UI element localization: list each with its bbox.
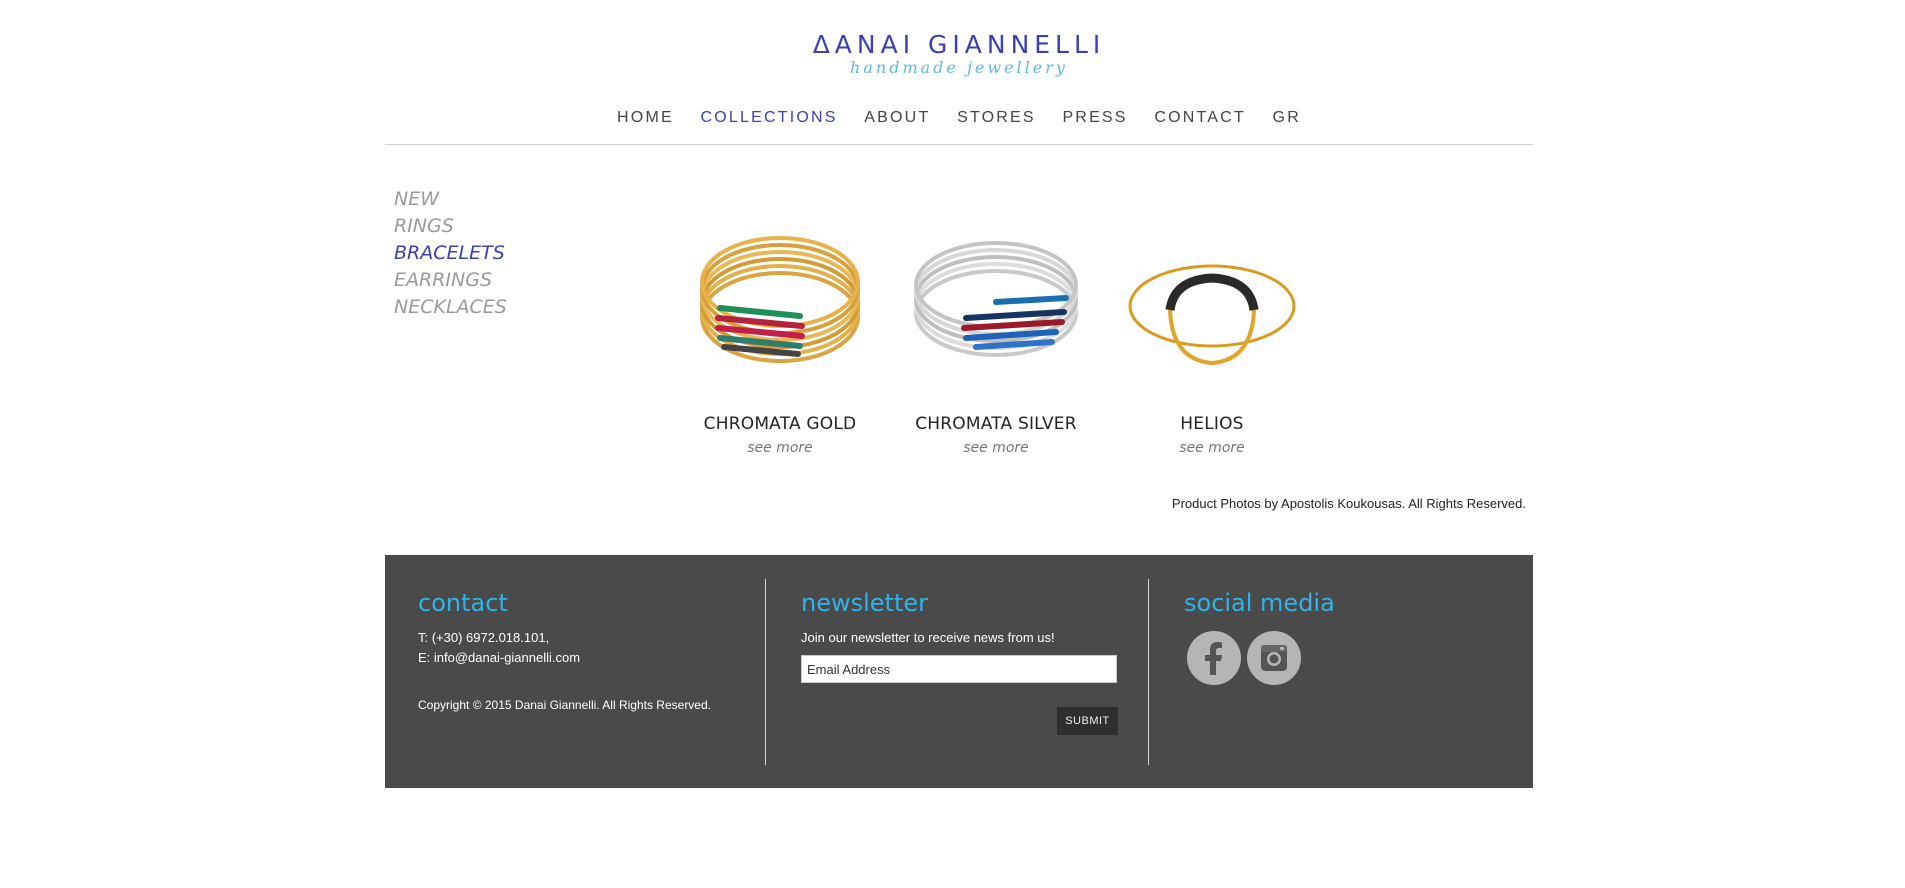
nav-stores[interactable]: STORES [957,109,1036,127]
see-more-link[interactable]: see more [906,440,1086,456]
logo[interactable]: ΔANAI GIANNELLI handmade jewellery [385,30,1533,78]
facebook-icon[interactable] [1187,631,1241,685]
product-card: CHROMATA GOLD see more [690,220,870,456]
main-nav: HOME COLLECTIONS ABOUT STORES PRESS CONT… [385,109,1533,127]
nav-press[interactable]: PRESS [1062,109,1127,127]
newsletter-email-input[interactable] [801,655,1117,683]
footer-contact: contact T: (+30) 6972.018.101, E: info@d… [418,555,748,788]
product-image-chromata-gold[interactable] [690,220,870,380]
see-more-link[interactable]: see more [690,440,870,456]
footer-divider [1148,579,1149,765]
product-name[interactable]: HELIOS [1122,414,1302,434]
see-more-link[interactable]: see more [1122,440,1302,456]
brand-name: ΔANAI GIANNELLI [812,30,1106,59]
nav-home[interactable]: HOME [617,109,674,127]
footer: contact T: (+30) 6972.018.101, E: info@d… [385,555,1533,788]
contact-title: contact [418,589,508,617]
brand-tagline: handmade jewellery [850,58,1068,77]
footer-divider [765,579,766,765]
contact-phone[interactable]: T: (+30) 6972.018.101, [418,630,549,645]
copyright: Copyright © 2015 Danai Giannelli. All Ri… [418,698,711,712]
product-name[interactable]: CHROMATA SILVER [906,414,1086,434]
product-card: CHROMATA SILVER see more [906,220,1086,456]
category-rings[interactable]: RINGS [394,213,507,240]
category-new[interactable]: NEW [394,186,507,213]
product-image-chromata-silver[interactable] [906,220,1086,380]
product-image-helios[interactable] [1122,220,1302,380]
nav-collections[interactable]: COLLECTIONS [701,109,838,127]
newsletter-title: newsletter [801,589,928,617]
newsletter-text: Join our newsletter to receive news from… [801,630,1055,645]
header-divider [385,144,1533,145]
social-title: social media [1184,589,1335,617]
product-card: HELIOS see more [1122,220,1302,456]
category-necklaces[interactable]: NECKLACES [394,294,507,321]
photo-credits: Product Photos by Apostolis Koukousas. A… [1171,496,1526,511]
contact-email[interactable]: E: info@danai-giannelli.com [418,650,580,665]
category-menu: NEW RINGS BRACELETS EARRINGS NECKLACES [394,186,507,321]
footer-newsletter: newsletter Join our newsletter to receiv… [801,555,1131,788]
instagram-icon[interactable] [1247,631,1301,685]
nav-contact[interactable]: CONTACT [1154,109,1246,127]
newsletter-submit-button[interactable]: SUBMIT [1057,707,1118,735]
category-earrings[interactable]: EARRINGS [394,267,507,294]
footer-social: social media [1184,555,1514,788]
nav-language-gr[interactable]: GR [1273,109,1301,127]
nav-about[interactable]: ABOUT [864,109,930,127]
category-bracelets[interactable]: BRACELETS [394,240,507,267]
product-name[interactable]: CHROMATA GOLD [690,414,870,434]
